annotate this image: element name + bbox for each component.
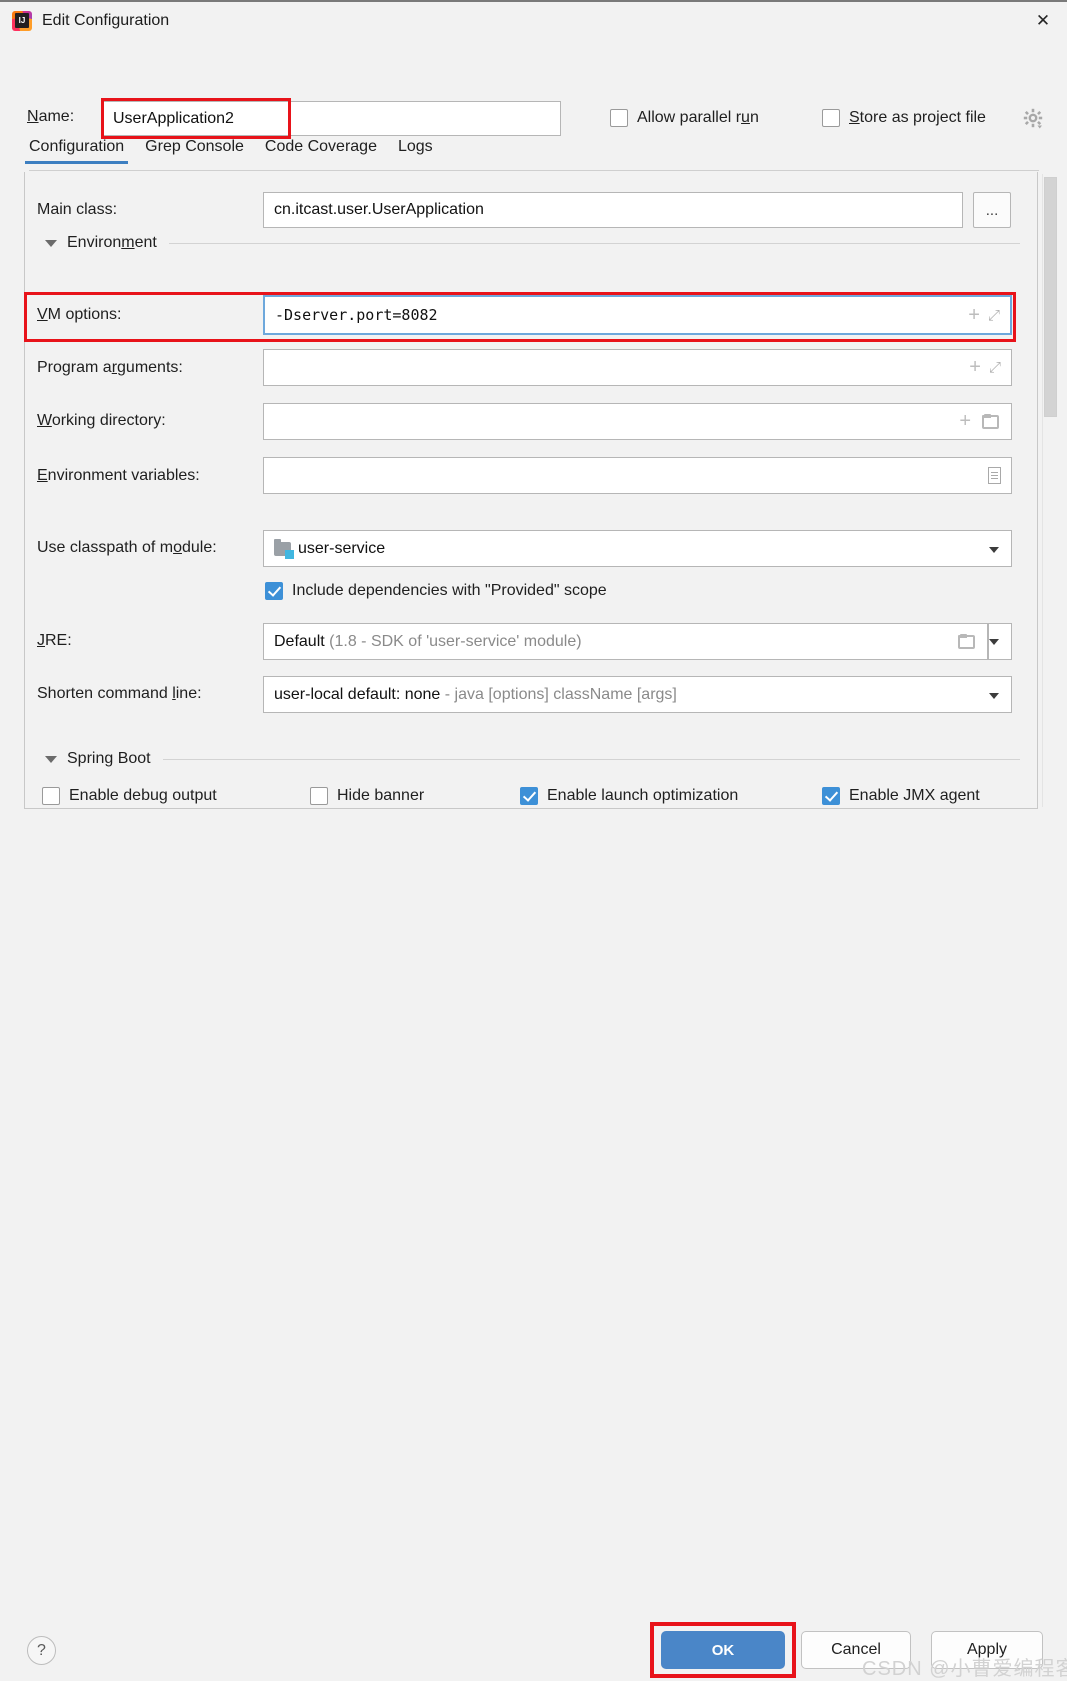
main-class-label: Main class: (37, 201, 118, 218)
jre-value: Default (1.8 - SDK of 'user-service' mod… (274, 632, 582, 650)
environment-variables-label: Environment variables: (37, 467, 200, 484)
enable-jmx-agent-label: Enable JMX agent (849, 787, 980, 804)
vertical-scrollbar-thumb[interactable] (1044, 177, 1057, 417)
vm-options-input[interactable]: -Dserver.port=8082 + ⤢ (263, 295, 1012, 335)
use-classpath-of-module-label: Use classpath of module: (37, 539, 217, 556)
intellij-idea-icon (12, 11, 32, 31)
jre-dropdown-button[interactable] (988, 623, 1012, 660)
chevron-down-icon (45, 239, 57, 247)
checkbox-box (822, 109, 840, 127)
folder-icon[interactable] (958, 633, 975, 649)
configuration-panel: Main class: cn.itcast.user.UserApplicati… (24, 172, 1038, 809)
environment-section-title: Environment (67, 234, 157, 251)
title-bar: Edit Configuration ✕ (0, 0, 1067, 40)
store-as-project-file-checkbox[interactable]: Store as project file (822, 109, 986, 127)
chevron-down-icon[interactable] (989, 693, 999, 699)
checkbox-box (822, 787, 840, 805)
checkbox-box (265, 582, 283, 600)
main-class-input[interactable]: cn.itcast.user.UserApplication (263, 192, 963, 228)
expand-icon[interactable]: ⤢ (988, 307, 1000, 324)
module-icon (274, 538, 294, 559)
expand-icon[interactable]: ⤢ (989, 359, 1001, 376)
store-as-project-file-label: Store as project file (849, 109, 986, 126)
section-divider (168, 242, 1020, 244)
window-title: Edit Configuration (42, 12, 170, 29)
program-arguments-label: Program arguments: (37, 359, 183, 376)
hide-banner-checkbox[interactable]: Hide banner (310, 787, 424, 805)
plus-icon[interactable]: + (969, 356, 981, 379)
main-class-value: cn.itcast.user.UserApplication (274, 201, 484, 218)
cancel-button[interactable]: Cancel (801, 1631, 911, 1669)
spring-boot-section-title: Spring Boot (67, 750, 151, 767)
apply-button[interactable]: Apply (931, 1631, 1043, 1669)
tab-bar-divider (29, 170, 1039, 171)
allow-parallel-run-checkbox[interactable]: Allow parallel run (610, 109, 759, 127)
environment-variables-input[interactable] (263, 457, 1012, 494)
shorten-command-line-combobox[interactable]: user-local default: none - java [options… (263, 676, 1012, 713)
chevron-down-icon (989, 638, 999, 645)
plus-icon[interactable]: + (968, 304, 980, 327)
tab-bar: Configuration Grep Console Code Coverage… (0, 138, 1067, 172)
allow-parallel-run-label: Allow parallel run (637, 109, 759, 126)
section-divider (162, 758, 1020, 760)
tab-code-coverage[interactable]: Code Coverage (265, 138, 377, 164)
include-provided-scope-label: Include dependencies with "Provided" sco… (292, 582, 607, 599)
gear-icon[interactable] (1023, 108, 1045, 130)
use-classpath-of-module-combobox[interactable]: user-service (263, 530, 1012, 567)
checkbox-box (610, 109, 628, 127)
shorten-command-line-label: Shorten command line: (37, 685, 202, 702)
tab-grep-console[interactable]: Grep Console (145, 138, 244, 164)
hide-banner-label: Hide banner (337, 787, 425, 804)
use-classpath-of-module-value: user-service (298, 539, 386, 557)
checkbox-box (310, 787, 328, 805)
env-list-icon[interactable] (988, 467, 1001, 484)
enable-debug-output-checkbox[interactable]: Enable debug output (42, 787, 217, 805)
folder-icon[interactable] (982, 413, 999, 429)
jre-combobox[interactable]: Default (1.8 - SDK of 'user-service' mod… (263, 623, 988, 660)
enable-debug-output-label: Enable debug output (69, 787, 217, 804)
tab-logs[interactable]: Logs (398, 138, 433, 164)
close-icon[interactable]: ✕ (1019, 2, 1067, 40)
include-provided-scope-checkbox[interactable]: Include dependencies with "Provided" sco… (265, 582, 607, 600)
vm-options-value: -Dserver.port=8082 (275, 306, 438, 324)
ok-button[interactable]: OK (661, 1631, 785, 1669)
dialog-footer: ? OK Cancel Apply CSDN @小曹爱编程客 (0, 809, 1067, 1680)
help-button[interactable]: ? (27, 1636, 56, 1665)
tab-configuration[interactable]: Configuration (24, 138, 129, 164)
name-row: Name: UserApplication2 Allow parallel ru… (0, 40, 1067, 139)
name-input-value: UserApplication2 (113, 109, 234, 127)
name-label: Name: (27, 108, 75, 125)
working-directory-input[interactable]: + (263, 403, 1012, 440)
enable-launch-optimization-label: Enable launch optimization (547, 787, 739, 804)
jre-label: JRE: (37, 632, 72, 649)
checkbox-box (520, 787, 538, 805)
chevron-down-icon[interactable] (989, 547, 999, 553)
vm-options-label: VM options: (37, 306, 122, 323)
spring-boot-section-header[interactable]: Spring Boot (45, 750, 1020, 768)
plus-icon[interactable]: + (959, 410, 971, 433)
enable-launch-optimization-checkbox[interactable]: Enable launch optimization (520, 787, 738, 805)
environment-section-header[interactable]: Environment (45, 228, 1020, 258)
shorten-command-line-value: user-local default: none - java [options… (274, 685, 677, 703)
main-class-browse-button[interactable]: ... (973, 192, 1011, 228)
name-input[interactable]: UserApplication2 (102, 101, 561, 136)
chevron-down-icon (45, 755, 57, 763)
checkbox-box (42, 787, 60, 805)
working-directory-label: Working directory: (37, 412, 166, 429)
program-arguments-input[interactable]: + ⤢ (263, 349, 1012, 386)
enable-jmx-agent-checkbox[interactable]: Enable JMX agent (822, 787, 980, 805)
